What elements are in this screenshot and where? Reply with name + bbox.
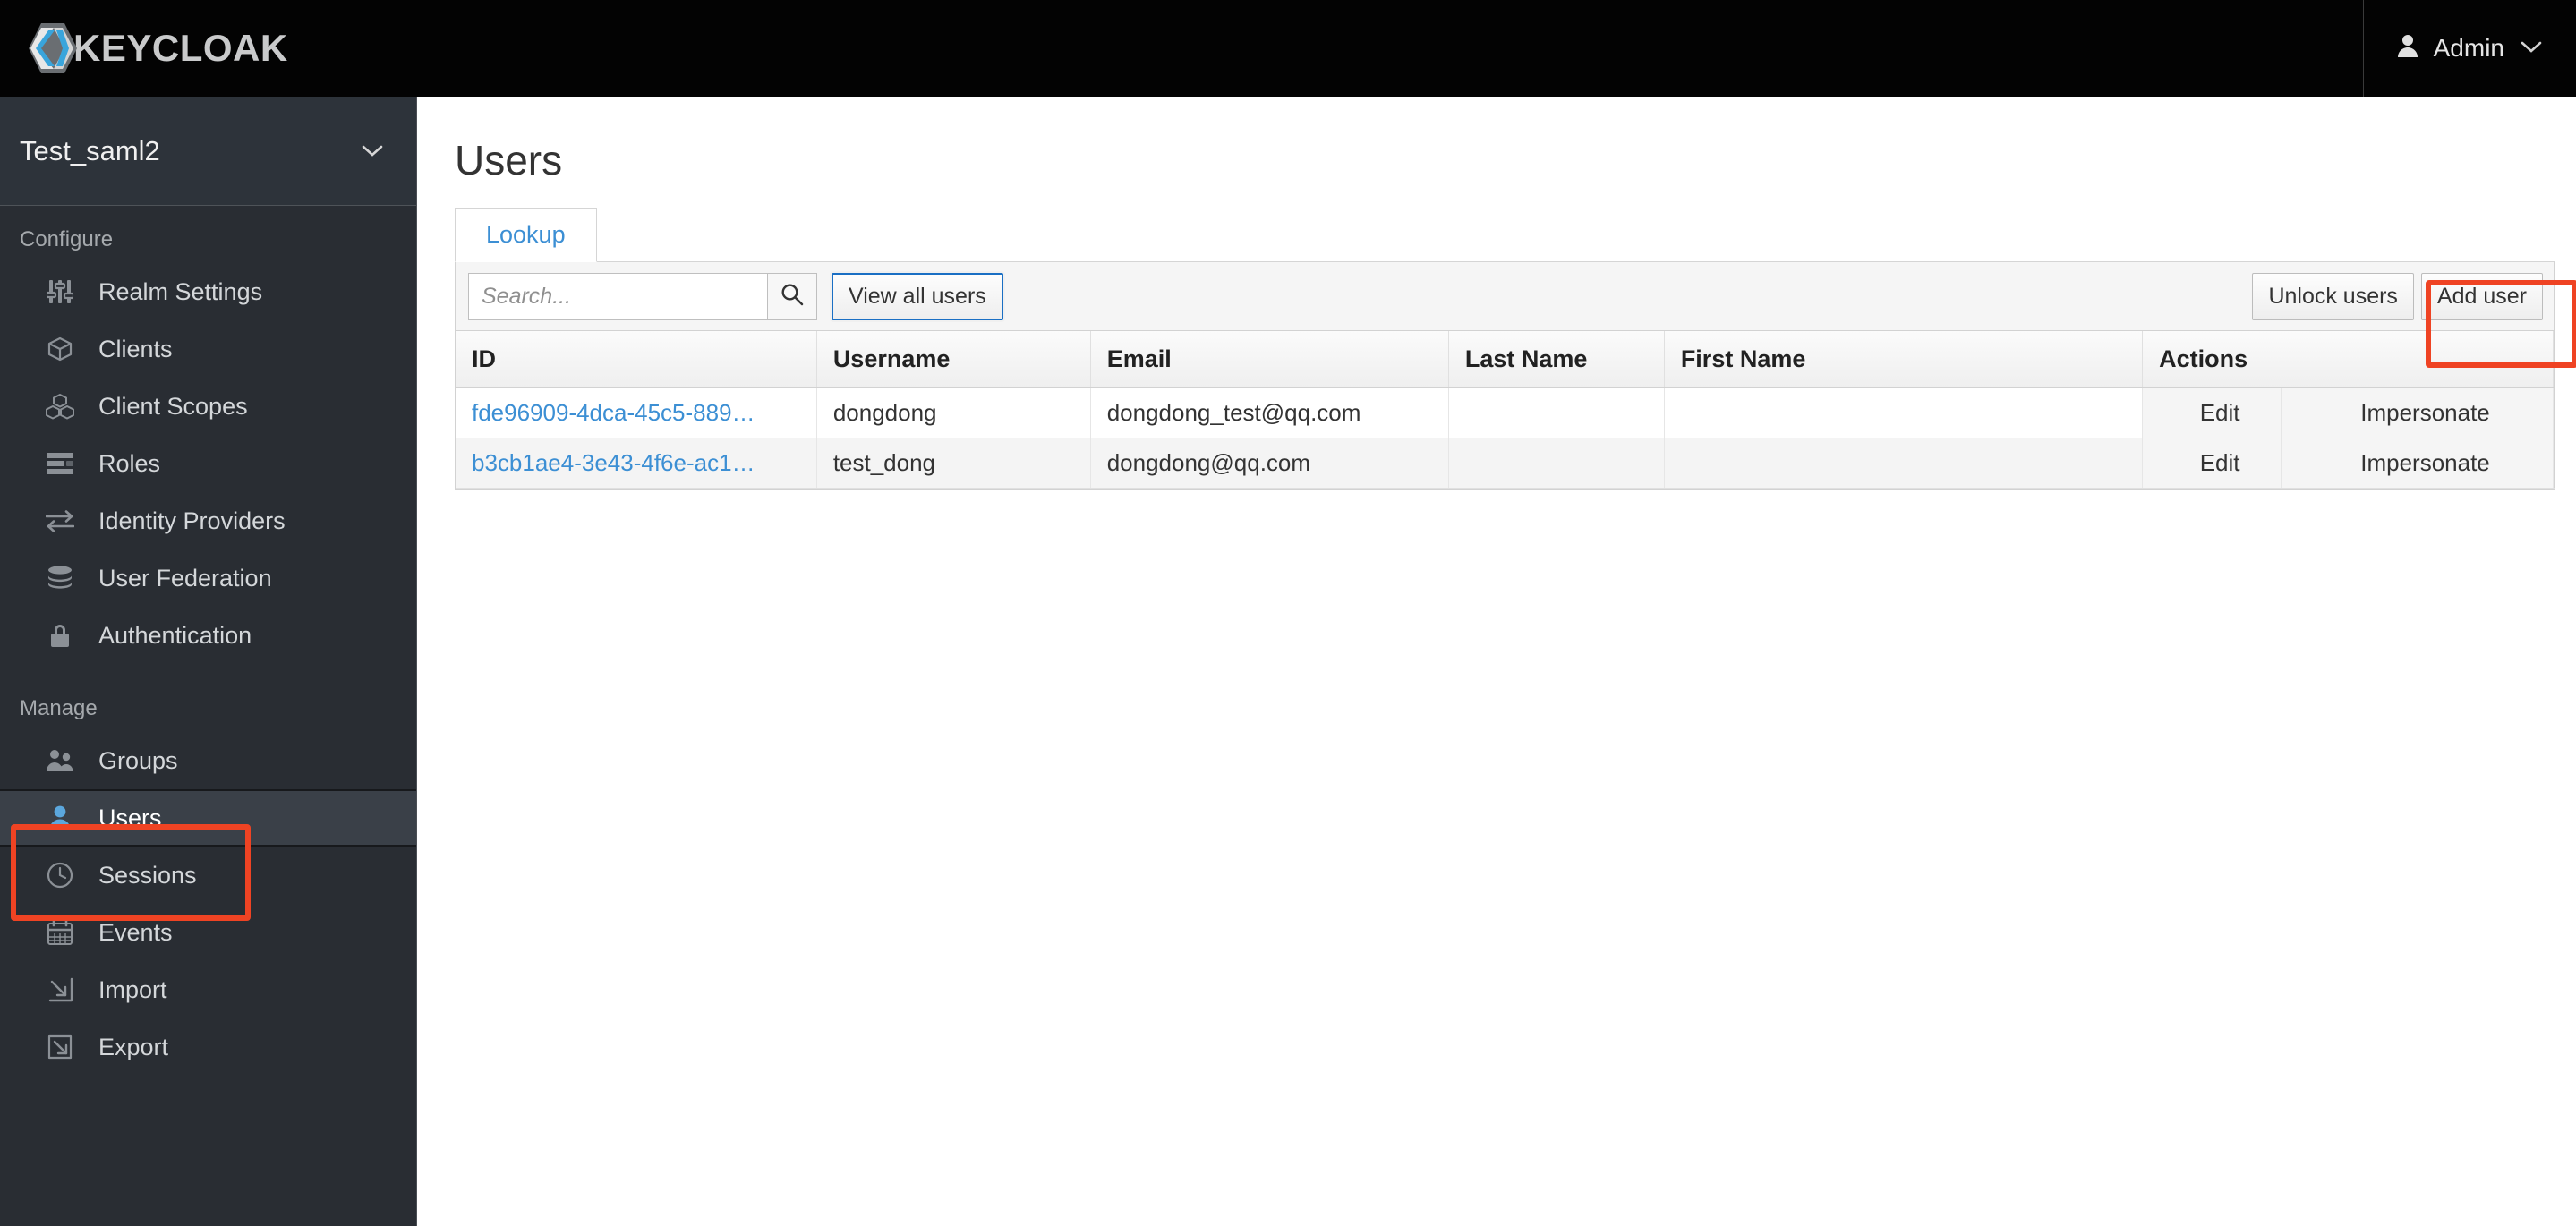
toolbar-right: Unlock users Add user xyxy=(2252,272,2543,320)
chevron-down-icon xyxy=(361,140,384,163)
tab-bar: Lookup xyxy=(455,208,2555,262)
edit-button[interactable]: Edit xyxy=(2142,438,2282,489)
sidebar-item-groups[interactable]: Groups xyxy=(0,732,416,789)
cube-icon xyxy=(43,332,77,366)
user-icon xyxy=(43,801,77,835)
sidebar-item-label: User Federation xyxy=(98,564,272,592)
impersonate-button[interactable]: Impersonate xyxy=(2281,387,2554,438)
sidebar-item-label: Events xyxy=(98,918,173,946)
sidebar-item-users[interactable]: Users xyxy=(0,789,416,847)
sidebar-item-label: Authentication xyxy=(98,621,252,649)
exchange-arrows-icon xyxy=(43,504,77,538)
sidebar-item-label: Users xyxy=(98,804,162,831)
masthead-right-region: Admin xyxy=(2362,0,2576,97)
cell-last-name xyxy=(1448,387,1665,438)
cell-id: fde96909-4dca-45c5-889… xyxy=(456,387,817,438)
column-header-email: Email xyxy=(1090,331,1449,388)
column-header-username: Username xyxy=(816,331,1091,388)
column-header-first-name: First Name xyxy=(1664,331,2144,388)
user-id-link[interactable]: fde96909-4dca-45c5-889… xyxy=(472,399,755,426)
tab-label: Lookup xyxy=(486,221,566,248)
search-group xyxy=(468,272,817,320)
sidebar-item-client-scopes[interactable]: Client Scopes xyxy=(0,378,416,435)
sidebar-item-import[interactable]: Import xyxy=(0,961,416,1018)
table-row: fde96909-4dca-45c5-889… dongdong dongdon… xyxy=(456,387,2554,438)
cell-username: dongdong xyxy=(816,387,1091,438)
sidebar-item-realm-settings[interactable]: Realm Settings xyxy=(0,263,416,320)
column-header-id: ID xyxy=(456,331,817,388)
import-arrow-icon xyxy=(43,973,77,1007)
users-group-icon xyxy=(43,744,77,778)
brand-name: KEYCLOAK xyxy=(73,27,288,69)
clock-icon xyxy=(43,858,77,892)
cubes-icon xyxy=(43,389,77,423)
cell-email: dongdong@qq.com xyxy=(1090,438,1449,489)
sidebar-item-label: Realm Settings xyxy=(98,277,263,305)
users-table-body: fde96909-4dca-45c5-889… dongdong dongdon… xyxy=(456,387,2554,489)
brand-logo[interactable]: KEYCLOAK xyxy=(27,0,288,97)
realm-name: Test_saml2 xyxy=(20,134,160,166)
magnifier-icon xyxy=(780,283,804,311)
sidebar-item-label: Client Scopes xyxy=(98,392,248,420)
export-arrow-icon xyxy=(43,1030,77,1064)
sidebar-item-clients[interactable]: Clients xyxy=(0,320,416,378)
cell-last-name xyxy=(1448,438,1665,489)
sidebar: Test_saml2 Configure Realm Settings Clie… xyxy=(0,97,417,1226)
sidebar-item-label: Import xyxy=(98,975,167,1003)
nav-group-title-manage: Manage xyxy=(20,696,98,720)
sidebar-item-sessions[interactable]: Sessions xyxy=(0,847,416,904)
list-bars-icon xyxy=(43,447,77,481)
sidebar-item-label: Identity Providers xyxy=(98,507,286,534)
column-header-last-name: Last Name xyxy=(1448,331,1665,388)
sidebar-item-roles[interactable]: Roles xyxy=(0,435,416,492)
sidebar-item-export[interactable]: Export xyxy=(0,1018,416,1076)
search-button[interactable] xyxy=(767,272,817,320)
user-avatar-icon xyxy=(2396,33,2419,64)
table-header-row: ID Username Email Last Name First Name A… xyxy=(456,331,2554,388)
sidebar-item-label: Roles xyxy=(98,449,161,477)
lock-icon xyxy=(43,618,77,652)
database-icon xyxy=(43,561,77,595)
masthead: KEYCLOAK Admin xyxy=(0,0,2576,97)
cell-id: b3cb1ae4-3e43-4f6e-ac1… xyxy=(456,438,817,489)
sidebar-item-label: Clients xyxy=(98,335,173,362)
view-all-users-button[interactable]: View all users xyxy=(832,272,1003,320)
nav-group-title-configure: Configure xyxy=(20,227,114,251)
edit-button[interactable]: Edit xyxy=(2142,387,2282,438)
users-toolbar: View all users Unlock users Add user xyxy=(456,262,2554,331)
sidebar-item-user-federation[interactable]: User Federation xyxy=(0,549,416,607)
main-content: Users Lookup Search... View all users Un… xyxy=(418,97,2576,1226)
users-panel: View all users Unlock users Add user ID … xyxy=(455,262,2555,490)
user-menu-button[interactable]: Admin xyxy=(2364,0,2576,97)
cell-username: test_dong xyxy=(816,438,1091,489)
sidebar-item-identity-providers[interactable]: Identity Providers xyxy=(0,492,416,549)
sidebar-item-authentication[interactable]: Authentication xyxy=(0,607,416,664)
column-header-actions: Actions xyxy=(2142,331,2554,388)
cell-first-name xyxy=(1664,438,2144,489)
impersonate-button[interactable]: Impersonate xyxy=(2281,438,2554,489)
sidebar-item-label: Export xyxy=(98,1033,169,1060)
users-table: ID Username Email Last Name First Name A… xyxy=(456,331,2554,489)
users-table-head: ID Username Email Last Name First Name A… xyxy=(456,331,2554,388)
user-id-link[interactable]: b3cb1ae4-3e43-4f6e-ac1… xyxy=(472,449,755,476)
toolbar-left: View all users xyxy=(468,272,1003,320)
tab-lookup[interactable]: Lookup xyxy=(455,208,597,262)
sidebar-item-label: Sessions xyxy=(98,861,197,889)
page-title: Users xyxy=(455,137,563,183)
calendar-icon xyxy=(43,915,77,949)
user-menu-label: Admin xyxy=(2433,34,2504,62)
keycloak-logo-icon xyxy=(27,21,79,75)
chevron-down-icon xyxy=(2521,38,2542,59)
table-row: b3cb1ae4-3e43-4f6e-ac1… test_dong dongdo… xyxy=(456,438,2554,489)
unlock-users-button[interactable]: Unlock users xyxy=(2252,272,2414,320)
add-user-button[interactable]: Add user xyxy=(2420,272,2543,320)
realm-selector[interactable]: Test_saml2 xyxy=(0,97,416,206)
sliders-icon xyxy=(43,275,77,309)
search-input[interactable] xyxy=(468,272,767,320)
cell-first-name xyxy=(1664,387,2144,438)
sidebar-item-label: Groups xyxy=(98,746,178,774)
cell-email: dongdong_test@qq.com xyxy=(1090,387,1449,438)
sidebar-item-events[interactable]: Events xyxy=(0,904,416,961)
